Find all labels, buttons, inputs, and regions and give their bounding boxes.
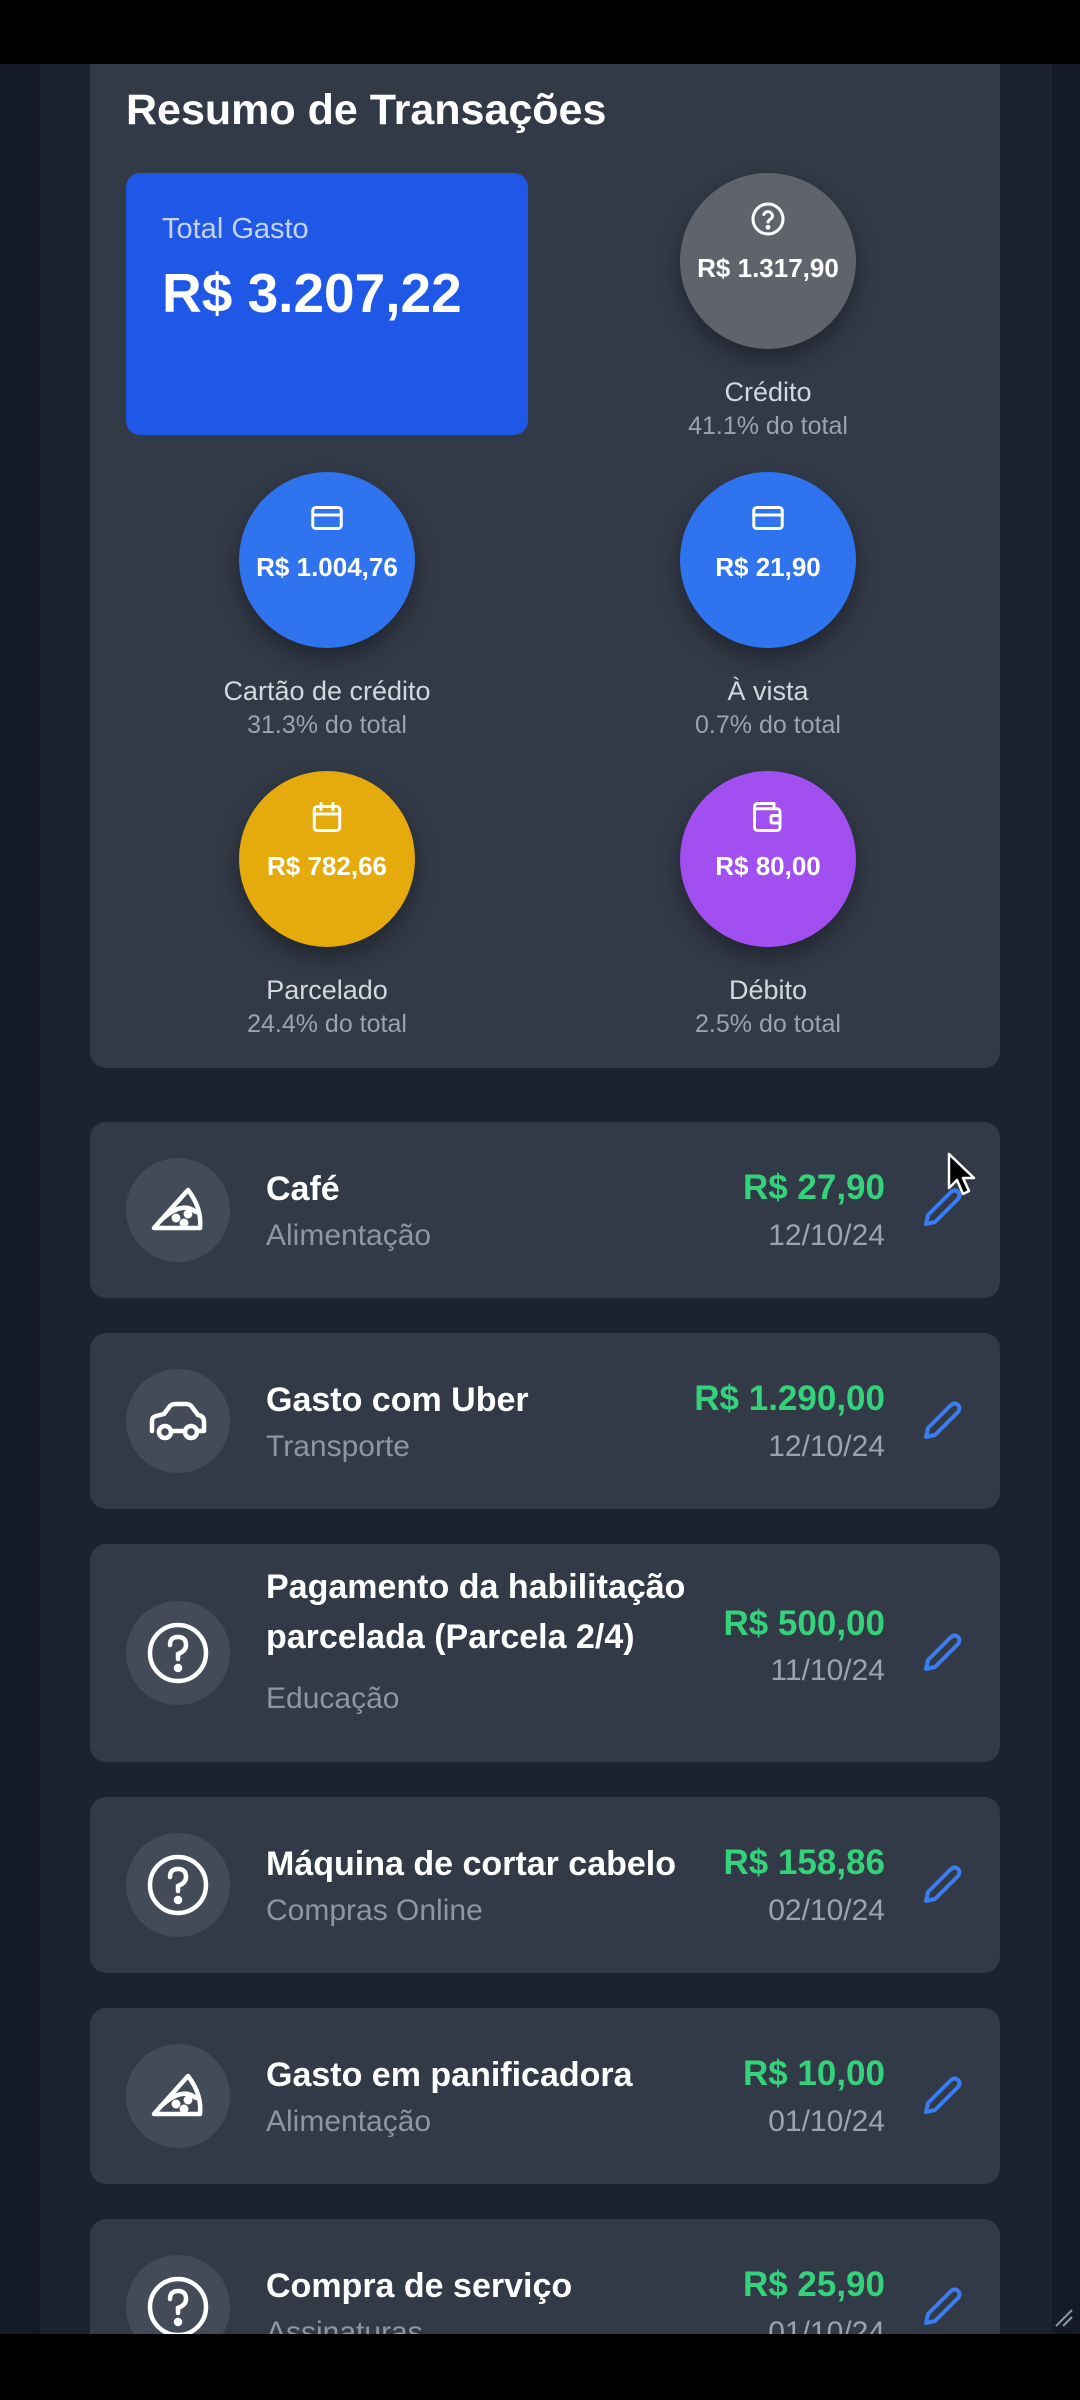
credit-card-icon	[311, 506, 343, 530]
transactions-summary-card: Resumo de Transações Total Gasto R$ 3.20…	[90, 64, 1000, 1068]
stat-circle-parcelado: R$ 782,66	[239, 771, 415, 947]
stat-percent: 0.7% do total	[695, 711, 841, 739]
transaction-title: Gasto com Uber	[266, 1381, 529, 1419]
transaction-amount: R$ 500,00	[723, 1604, 885, 1643]
stat-a-vista: R$ 21,90 À vista 0.7% do total	[618, 472, 918, 740]
question-circle-icon	[147, 1854, 209, 1916]
stat-label: Parcelado	[266, 975, 388, 1005]
transaction-amount: R$ 1.290,00	[694, 1379, 885, 1418]
stat-label: Débito	[728, 975, 808, 1005]
transaction-title: Pagamento da habilitação parcelada (Parc…	[266, 1568, 686, 1656]
stat-circle-credito: R$ 1.317,90	[680, 173, 856, 349]
transaction-date: 01/10/24	[768, 2316, 885, 2334]
stat-parcelado: R$ 782,66 Parcelado 24.4% do total	[177, 771, 477, 1039]
stat-credito: R$ 1.317,90 Crédito 41.1% do total	[618, 173, 918, 441]
stat-label: Crédito	[724, 377, 812, 407]
edit-pencil-icon[interactable]	[918, 1629, 966, 1677]
stat-percent: 41.1% do total	[688, 412, 848, 440]
transaction-amount: R$ 158,86	[723, 1843, 885, 1882]
app-screen: Resumo de Transações Total Gasto R$ 3.20…	[0, 64, 1080, 2334]
stat-circle-a-vista: R$ 21,90	[680, 472, 856, 648]
stat-label: À vista	[727, 676, 809, 706]
transaction-title: Gasto em panificadora	[266, 2056, 633, 2094]
stat-debito: R$ 80,00 Débito 2.5% do total	[618, 771, 918, 1039]
left-rail	[0, 64, 40, 2334]
question-circle-icon	[147, 2276, 209, 2334]
transaction-amount: R$ 10,00	[742, 2054, 885, 2093]
total-spent-label: Total Gasto	[162, 213, 309, 245]
edit-pencil-icon[interactable]	[918, 1397, 966, 1445]
car-icon	[149, 1401, 207, 1441]
total-spent-value: R$ 3.207,22	[162, 262, 462, 324]
transaction-date: 12/10/24	[768, 1219, 885, 1252]
transaction-title: Máquina de cortar cabelo	[266, 1845, 676, 1883]
transaction-amount: R$ 25,90	[742, 2265, 885, 2304]
calendar-icon	[312, 802, 342, 832]
stat-amount: R$ 21,90	[715, 552, 821, 582]
category-icon-circle	[126, 2044, 230, 2148]
stat-percent: 24.4% do total	[247, 1010, 407, 1038]
stat-cartao-de-credito: R$ 1.004,76 Cartão de crédito 31.3% do t…	[177, 472, 477, 740]
summary-title: Resumo de Transações	[126, 86, 607, 134]
stat-amount: R$ 1.317,90	[697, 253, 839, 283]
transaction-category: Educação	[266, 1682, 400, 1715]
resize-handle-icon[interactable]	[1050, 2304, 1074, 2328]
transaction-item[interactable]: Café Alimentação R$ 27,90 12/10/24	[90, 1122, 1000, 1298]
question-circle-icon	[751, 202, 785, 236]
stat-amount: R$ 782,66	[267, 851, 387, 881]
category-icon-circle	[126, 2255, 230, 2334]
right-rail	[1052, 64, 1080, 2334]
stat-percent: 31.3% do total	[247, 711, 407, 739]
category-icon-circle	[126, 1601, 230, 1705]
total-spent-card: Total Gasto R$ 3.207,22	[126, 173, 528, 435]
transaction-item[interactable]: Gasto em panificadora Alimentação R$ 10,…	[90, 2008, 1000, 2184]
transaction-category: Alimentação	[266, 2105, 432, 2138]
transaction-title: Café	[266, 1170, 340, 1208]
transaction-title: Compra de serviço	[266, 2267, 573, 2305]
edit-pencil-icon[interactable]	[918, 2283, 966, 2331]
credit-card-icon	[752, 506, 784, 530]
transaction-category: Transporte	[266, 1430, 410, 1463]
stat-amount: R$ 80,00	[715, 851, 821, 881]
category-icon-circle	[126, 1833, 230, 1937]
pizza-icon	[151, 2073, 203, 2117]
question-circle-icon	[147, 1622, 209, 1684]
transaction-date: 11/10/24	[770, 1654, 885, 1687]
mouse-cursor-icon	[947, 1152, 976, 1196]
transaction-item[interactable]: Gasto com Uber Transporte R$ 1.290,00 12…	[90, 1333, 1000, 1509]
category-icon-circle	[126, 1369, 230, 1473]
transaction-amount: R$ 27,90	[742, 1168, 885, 1207]
stat-amount: R$ 1.004,76	[256, 552, 398, 582]
wallet-icon	[753, 802, 782, 832]
stat-circle-cartao: R$ 1.004,76	[239, 472, 415, 648]
transaction-category: Compras Online	[266, 1894, 483, 1927]
transaction-date: 02/10/24	[768, 1894, 885, 1927]
pizza-icon	[151, 1187, 203, 1231]
edit-pencil-icon[interactable]	[918, 1861, 966, 1909]
transaction-item[interactable]: Compra de serviço Assinaturas R$ 25,90 0…	[90, 2219, 1000, 2334]
transaction-category: Alimentação	[266, 1219, 432, 1252]
category-icon-circle	[126, 1158, 230, 1262]
stat-circle-debito: R$ 80,00	[680, 771, 856, 947]
stat-label: Cartão de crédito	[223, 676, 431, 706]
transaction-item[interactable]: Máquina de cortar cabelo Compras Online …	[90, 1797, 1000, 1973]
stat-percent: 2.5% do total	[695, 1010, 841, 1038]
edit-pencil-icon[interactable]	[918, 2072, 966, 2120]
transaction-item[interactable]: Pagamento da habilitação parcelada (Parc…	[90, 1544, 1000, 1762]
transaction-category: Assinaturas	[266, 2316, 423, 2334]
transaction-date: 01/10/24	[768, 2105, 885, 2138]
transaction-date: 12/10/24	[768, 1430, 885, 1463]
